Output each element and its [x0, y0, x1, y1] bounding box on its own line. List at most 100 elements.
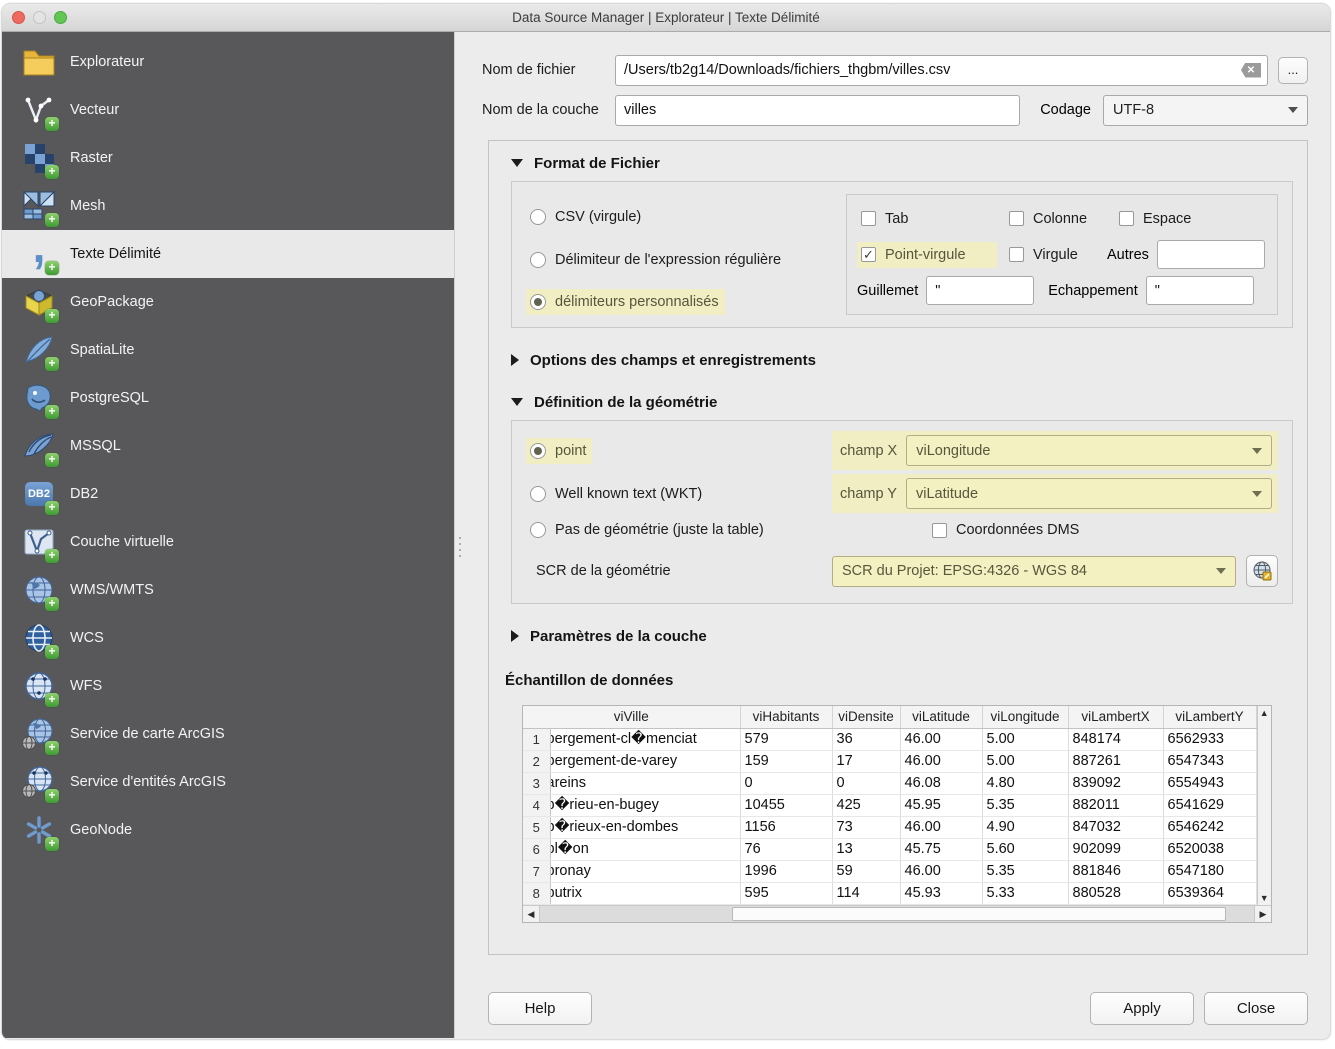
table-cell: bl�on: [550, 838, 740, 860]
arcgis-map-service-icon: +: [20, 715, 58, 753]
table-row: 3 areins 0 0 46.08 4.80 839092 6554943: [523, 772, 1256, 794]
escape-input[interactable]: [1146, 276, 1254, 305]
delimited-text-icon: , +: [20, 235, 58, 273]
table-cell: 6547180: [1163, 860, 1256, 882]
table-cell: 902099: [1068, 838, 1163, 860]
row-number: 5: [523, 816, 550, 838]
sidebar-item-arcgis-feature-service[interactable]: + Service d'entités ArcGIS: [2, 758, 454, 806]
sidebar-item-wms-wmts[interactable]: + WMS/WMTS: [2, 566, 454, 614]
checkbox-espace[interactable]: Espace: [1115, 206, 1197, 232]
scroll-right-icon[interactable]: ▶: [1254, 906, 1271, 922]
sidebar-item-raster[interactable]: + Raster: [2, 134, 454, 182]
sidebar-item-couche-virtuelle[interactable]: + Couche virtuelle: [2, 518, 454, 566]
horizontal-scrollbar[interactable]: ◀ ▶: [523, 905, 1271, 922]
table-cell: 46.00: [900, 816, 982, 838]
sidebar-item-arcgis-map-service[interactable]: + Service de carte ArcGIS: [2, 710, 454, 758]
table-cell: 114: [832, 882, 900, 904]
table-header-row: viVille viHabitants viDensite viLatitude…: [523, 706, 1256, 728]
add-badge-icon: +: [45, 549, 59, 563]
scroll-left-icon[interactable]: ◀: [523, 906, 540, 922]
geometry-crs-label: SCR de la géométrie: [526, 563, 832, 579]
table-cell: 595: [740, 882, 832, 904]
checkbox-virgule[interactable]: Virgule: [1005, 242, 1105, 268]
table-cell: 882011: [1068, 794, 1163, 816]
row-number: 2: [523, 750, 550, 772]
checkbox-colonne[interactable]: Colonne: [1005, 206, 1115, 232]
add-badge-icon: +: [45, 837, 59, 851]
sidebar-item-spatialite[interactable]: + SpatiaLite: [2, 326, 454, 374]
sidebar-item-geopackage[interactable]: + GeoPackage: [2, 278, 454, 326]
others-label: Autres: [1107, 247, 1149, 263]
raster-icon: +: [20, 139, 58, 177]
select-crs-button[interactable]: [1246, 555, 1278, 587]
x-field-select[interactable]: viLongitude: [906, 435, 1272, 466]
scroll-down-icon[interactable]: ▼: [1260, 893, 1269, 903]
checkbox-tab[interactable]: Tab: [857, 206, 997, 232]
table-cell: 59: [832, 860, 900, 882]
close-button[interactable]: Close: [1204, 992, 1308, 1025]
sidebar-splitter[interactable]: [454, 32, 468, 1038]
sidebar-item-wcs[interactable]: + WCS: [2, 614, 454, 662]
radio-point[interactable]: point: [526, 438, 592, 464]
vertical-scrollbar[interactable]: ▲ ▼: [1257, 706, 1271, 905]
scrollbar-thumb[interactable]: [732, 907, 1226, 921]
row-number: 1: [523, 728, 550, 750]
sidebar-item-geonode[interactable]: + GeoNode: [2, 806, 454, 854]
table-cell: 425: [832, 794, 900, 816]
section-geometry-definition[interactable]: Définition de la géométrie: [511, 390, 1295, 414]
sidebar-item-wfs[interactable]: + WFS: [2, 662, 454, 710]
sidebar-item-vecteur[interactable]: + Vecteur: [2, 86, 454, 134]
row-number: 7: [523, 860, 550, 882]
sidebar-item-mssql[interactable]: + MSSQL: [2, 422, 454, 470]
virtual-layer-icon: +: [20, 523, 58, 561]
section-field-options[interactable]: Options des champs et enregistrements: [511, 348, 1295, 372]
radio-no-geometry[interactable]: Pas de géométrie (juste la table): [526, 517, 770, 543]
sidebar-item-db2[interactable]: DB2 + DB2: [2, 470, 454, 518]
others-delimiter-input[interactable]: [1157, 240, 1265, 269]
column-header: viHabitants: [740, 706, 832, 728]
crs-globe-icon: [1251, 560, 1273, 582]
wcs-globe-icon: +: [20, 619, 58, 657]
table-cell: 46.00: [900, 728, 982, 750]
sidebar-item-postgresql[interactable]: + PostgreSQL: [2, 374, 454, 422]
quote-input[interactable]: [926, 276, 1034, 305]
section-file-format[interactable]: Format de Fichier: [511, 151, 1295, 175]
sidebar-item-mesh[interactable]: + Mesh: [2, 182, 454, 230]
encoding-label: Codage: [1040, 102, 1091, 118]
table-cell: 848174: [1068, 728, 1163, 750]
add-badge-icon: +: [45, 453, 59, 467]
radio-csv[interactable]: CSV (virgule): [526, 204, 647, 230]
table-cell: 45.75: [900, 838, 982, 860]
table-cell: 880528: [1068, 882, 1163, 904]
apply-button[interactable]: Apply: [1090, 992, 1194, 1025]
browse-file-button[interactable]: ...: [1278, 57, 1308, 84]
escape-label: Echappement: [1048, 283, 1137, 299]
chevron-down-icon: [1252, 448, 1262, 454]
window-title: Data Source Manager | Explorateur | Text…: [2, 10, 1330, 25]
table-cell: 5.60: [982, 838, 1068, 860]
column-header: viVille: [523, 706, 740, 728]
section-layer-settings[interactable]: Paramètres de la couche: [511, 624, 1295, 648]
y-field-select[interactable]: viLatitude: [906, 478, 1272, 509]
radio-wkt[interactable]: Well known text (WKT): [526, 481, 708, 507]
radio-icon: [530, 209, 546, 225]
table-cell: 0: [832, 772, 900, 794]
sidebar-item-texte-delimite[interactable]: , + Texte Délimité: [2, 230, 454, 278]
radio-regex-delimiter[interactable]: Délimiteur de l'expression régulière: [526, 247, 787, 273]
geometry-crs-select[interactable]: SCR du Projet: EPSG:4326 - WGS 84: [832, 556, 1236, 587]
sidebar-item-explorateur[interactable]: Explorateur: [2, 38, 454, 86]
encoding-select[interactable]: UTF-8: [1103, 95, 1308, 126]
file-name-input[interactable]: [615, 55, 1268, 86]
radio-custom-delimiters[interactable]: délimiteurs personnalisés: [526, 289, 725, 315]
scroll-up-icon[interactable]: ▲: [1260, 708, 1269, 718]
table-cell: 5.00: [982, 728, 1068, 750]
table-cell: 887261: [1068, 750, 1163, 772]
checkbox-icon: [1009, 247, 1024, 262]
table-cell: 6562933: [1163, 728, 1256, 750]
table-cell: bronay: [550, 860, 740, 882]
table-cell: 76: [740, 838, 832, 860]
checkbox-point-virgule[interactable]: ✓ Point-virgule: [857, 242, 997, 268]
layer-name-input[interactable]: [615, 95, 1020, 126]
checkbox-dms-coordinates[interactable]: Coordonnées DMS: [928, 517, 1085, 543]
help-button[interactable]: Help: [488, 992, 592, 1025]
